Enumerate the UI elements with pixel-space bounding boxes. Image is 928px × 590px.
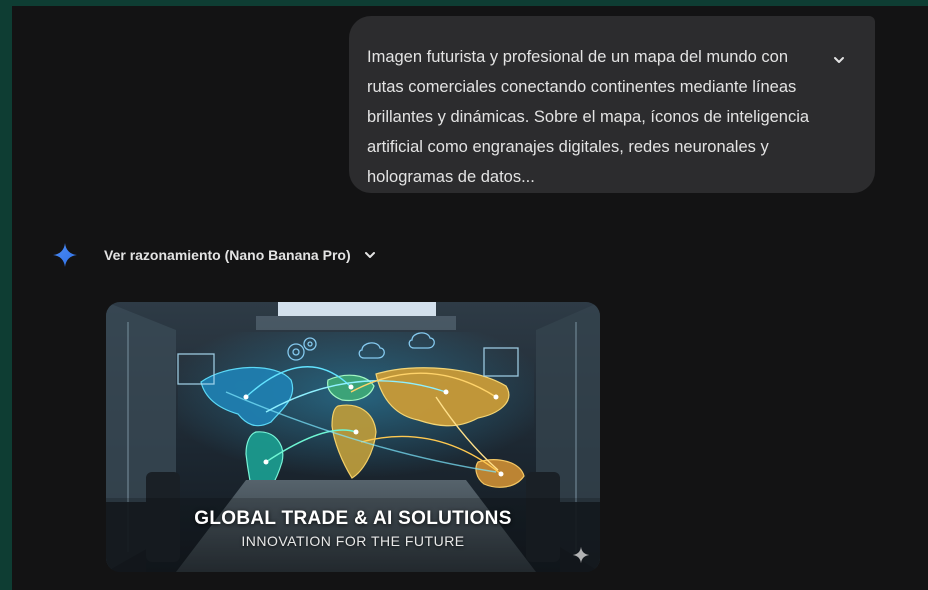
sparkle-icon <box>572 546 590 564</box>
image-title-text: GLOBAL TRADE & AI SOLUTIONS <box>194 508 512 529</box>
image-subtitle-text: INNOVATION FOR THE FUTURE <box>241 533 465 549</box>
generated-image[interactable]: GLOBAL TRADE & AI SOLUTIONS INNOVATION F… <box>106 302 600 572</box>
prompt-collapse-button[interactable] <box>829 50 849 70</box>
world-map-illustration <box>106 302 600 572</box>
sparkle-icon <box>53 243 77 267</box>
chevron-down-icon <box>364 252 375 258</box>
chat-window: Imagen futurista y profesional de un map… <box>12 6 928 590</box>
reasoning-toggle-button[interactable] <box>363 248 377 262</box>
user-prompt-text: Imagen futurista y profesional de un map… <box>367 48 810 186</box>
reasoning-row: Ver razonamiento (Nano Banana Pro) <box>52 240 377 270</box>
chevron-down-icon <box>834 57 844 63</box>
user-prompt-bubble: Imagen futurista y profesional de un map… <box>349 16 875 193</box>
reasoning-toggle-label[interactable]: Ver razonamiento (Nano Banana Pro) <box>104 247 351 263</box>
